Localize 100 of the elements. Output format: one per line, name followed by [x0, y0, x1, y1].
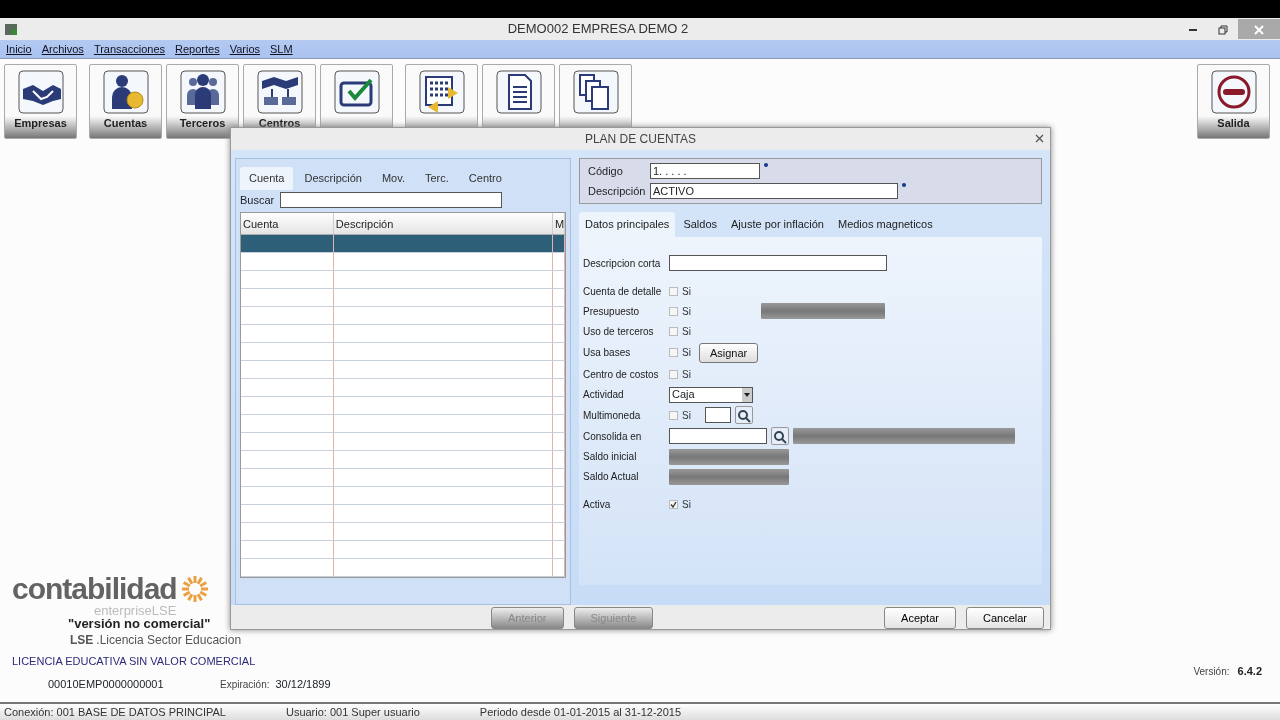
- code-label: Código: [588, 164, 624, 179]
- checkbox[interactable]: [669, 306, 678, 316]
- tab[interactable]: Ajuste por inflación: [725, 212, 830, 237]
- person-coin-icon: [101, 69, 150, 115]
- checkbox[interactable]: [669, 348, 678, 358]
- status-text: Usuario: 001 Super usuario: [285, 704, 420, 720]
- checkbox[interactable]: [669, 370, 678, 379]
- column-header: Descripción: [333, 213, 553, 234]
- field-label: Actividad: [583, 388, 625, 402]
- code-field[interactable]: 1. . . . .: [650, 163, 760, 180]
- field-label: Saldo inicial: [583, 450, 638, 464]
- app-icon: [4, 22, 18, 36]
- column-header: Cuenta: [241, 213, 334, 234]
- serial-text: 00010EMP0000000001: [48, 677, 165, 693]
- tab[interactable]: Datos principales: [579, 212, 676, 237]
- text-field[interactable]: [669, 255, 887, 271]
- brand-text: LSE: [70, 631, 94, 649]
- search-button[interactable]: [734, 406, 753, 424]
- list-tab[interactable]: Mov.: [372, 167, 414, 190]
- checkbox[interactable]: [669, 286, 678, 296]
- close-icon: [1254, 24, 1264, 35]
- field-label: Cuenta de detalle: [583, 284, 663, 299]
- expiration-label: Expiración:: [220, 678, 270, 693]
- sunburst-icon: [180, 575, 209, 603]
- exit-button[interactable]: Salida: [1197, 64, 1270, 139]
- tab[interactable]: Saldos: [677, 212, 723, 237]
- no-entry-icon: [1209, 69, 1258, 115]
- field-label: Multimoneda: [583, 408, 642, 423]
- calendar-arrows-icon: [417, 69, 466, 115]
- field-label: Uso de terceros: [583, 324, 655, 339]
- people-icon: [178, 69, 227, 115]
- search-button[interactable]: [771, 427, 789, 445]
- tab[interactable]: Medios magneticos: [831, 212, 939, 237]
- close-icon: [1035, 134, 1044, 144]
- field-label: Consolida en: [583, 429, 643, 444]
- document-icon: [494, 69, 543, 115]
- menu-item[interactable]: Transacciones: [93, 40, 165, 58]
- dropdown[interactable]: Caja: [669, 386, 753, 403]
- checkbox[interactable]: [669, 500, 678, 509]
- checkbox-label: Si: [682, 498, 691, 512]
- logo-text: contabilidad: [12, 574, 177, 604]
- table-row[interactable]: [241, 235, 565, 253]
- expiration-date: 30/12/1899: [275, 677, 331, 693]
- toolbar-button[interactable]: Empresas: [4, 64, 77, 139]
- search-icon: [773, 430, 787, 445]
- required-dot: [902, 182, 906, 187]
- menu-item[interactable]: Archivos: [41, 40, 84, 58]
- currency-field[interactable]: [704, 407, 731, 423]
- list-tab[interactable]: Terc.: [416, 167, 458, 190]
- license-text: LICENCIA EDUCATIVA SIN VALOR COMERCIAL: [12, 653, 256, 669]
- description-field[interactable]: ACTIVO: [650, 182, 898, 199]
- search-label: Buscar: [240, 192, 275, 208]
- sector-text: .Licencia Sector Educacion: [96, 631, 242, 649]
- version-label: Versión:: [1193, 665, 1230, 679]
- checkmark-icon: [670, 501, 677, 508]
- search-field[interactable]: [280, 191, 503, 208]
- required-dot: [764, 163, 768, 167]
- lookup-field[interactable]: [669, 428, 767, 444]
- minimize-icon: [1189, 28, 1197, 31]
- column-header: M: [553, 213, 565, 234]
- list-tab[interactable]: Centro: [459, 167, 511, 190]
- checkbox-label: Si: [682, 304, 691, 319]
- checkbox-label: Si: [682, 346, 691, 361]
- checkbox[interactable]: [669, 326, 678, 336]
- checkbox-label: Si: [682, 368, 691, 382]
- field-label: Activa: [583, 498, 612, 512]
- menu-item[interactable]: Reportes: [175, 40, 220, 58]
- action-button[interactable]: Aceptar: [884, 606, 956, 630]
- field-label: Centro de costos: [583, 368, 660, 382]
- tagline-text: "versión no comercial": [68, 617, 211, 631]
- toolbar-button[interactable]: Terceros: [166, 64, 239, 139]
- description-label: Descripción: [588, 183, 646, 199]
- checkbox-label: Si: [682, 284, 691, 299]
- menu-item[interactable]: Inicio: [6, 40, 32, 58]
- list-tab[interactable]: Descripción: [295, 167, 371, 190]
- field-label: Presupuesto: [583, 304, 641, 319]
- assign-button[interactable]: Asignar: [698, 342, 759, 363]
- field-label: Descripcion corta: [583, 256, 662, 271]
- dialog-title: PLAN DE CUENTAS: [584, 131, 697, 148]
- field-label: Usa bases: [583, 346, 632, 361]
- caret-icon: [742, 387, 752, 402]
- status-text: Periodo desde 01-01-2015 al 31-12-2015: [479, 704, 682, 720]
- window-title: DEMO002 EMPRESA DEMO 2: [506, 20, 690, 39]
- menu-item[interactable]: SLM: [270, 40, 293, 58]
- restore-icon: [1218, 24, 1228, 35]
- checkbox[interactable]: [669, 410, 678, 420]
- network-icon: [255, 69, 304, 115]
- checkbox-label: Si: [682, 408, 691, 423]
- toolbar-button[interactable]: Cuentas: [89, 64, 162, 139]
- status-text: Conexión: 001 BASE DE DATOS PRINCIPAL: [4, 704, 226, 720]
- pages-icon: [571, 69, 620, 115]
- menu-item[interactable]: Varios: [229, 40, 260, 58]
- checkbox-label: Si: [682, 324, 691, 339]
- version-number: 6.4.2: [1237, 664, 1262, 679]
- dropdown-value: Caja: [672, 387, 695, 403]
- action-button[interactable]: Cancelar: [965, 606, 1044, 630]
- list-tab[interactable]: Cuenta: [240, 167, 294, 190]
- checkmark-icon: [332, 69, 381, 115]
- search-icon: [736, 409, 751, 424]
- field-label: Saldo Actual: [583, 470, 640, 484]
